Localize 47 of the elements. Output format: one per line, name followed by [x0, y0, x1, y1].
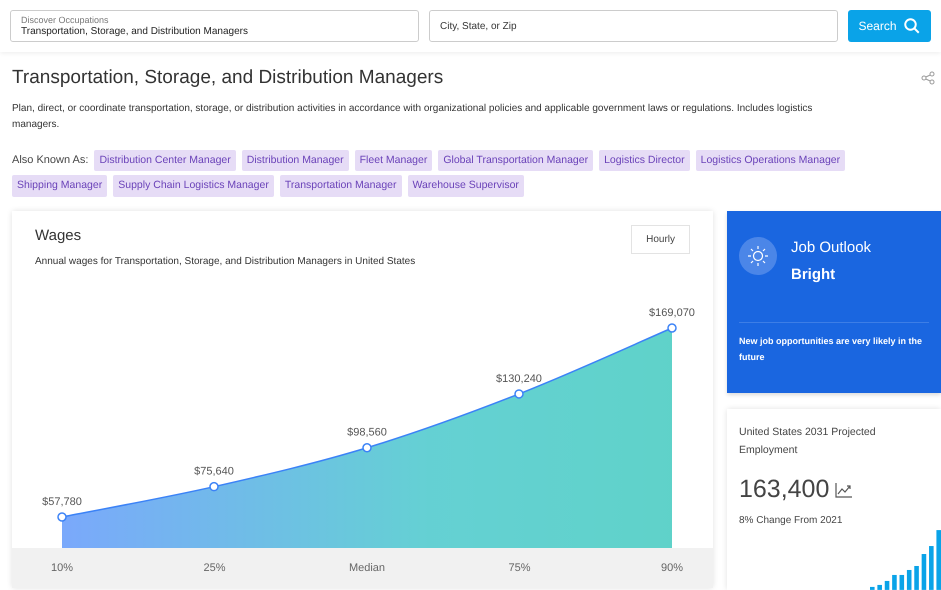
alias-tag[interactable]: Warehouse Supervisor	[408, 175, 524, 197]
data-point	[362, 443, 372, 452]
trend-icon	[835, 482, 854, 498]
field-value: Transportation, Storage, and Distribution Managers	[21, 26, 249, 37]
outlook-note: New job opportunities are very likely in the future	[739, 335, 924, 364]
data-point	[667, 323, 677, 333]
projection-change: 8% Change From 2021	[739, 514, 844, 528]
axis-label: 90%	[660, 560, 684, 576]
projection-title: United States 2031 Projected Employment	[739, 425, 877, 458]
axis-label: 75%	[507, 560, 532, 576]
alias-tag[interactable]: Logistics Director	[599, 150, 690, 172]
value-label: $130,240	[496, 372, 542, 385]
search-icon	[902, 17, 921, 35]
alias-tag[interactable]: Distribution Manager	[242, 150, 349, 172]
also-known-label: Also Known As:	[12, 153, 88, 168]
alias-tag[interactable]: Logistics Operations Manager	[696, 150, 846, 172]
search-button[interactable]: Search	[848, 10, 931, 42]
alias-tag[interactable]: Shipping Manager	[12, 175, 108, 197]
occupation-field[interactable]: Discover Occupations Transportation, Storage, and Distribution Managers	[10, 10, 419, 42]
share-icon[interactable]	[921, 71, 935, 86]
page-title: Transportation, Storage, and Distribution Managers	[12, 66, 444, 90]
card-subtitle: Annual wages for Transportation, Storage, and Distribution Managers in United States	[35, 254, 416, 268]
axis-label: 25%	[202, 560, 227, 576]
sun-icon	[739, 237, 777, 275]
card-title: Wages	[35, 226, 82, 246]
hourly-toggle[interactable]: Hourly	[631, 225, 690, 254]
data-point	[209, 482, 219, 492]
axis-label: 10%	[50, 560, 74, 576]
data-point	[57, 512, 67, 522]
alias-tag[interactable]: Transportation Manager	[280, 175, 402, 197]
value-label: $169,070	[649, 307, 695, 319]
alias-tag[interactable]: Supply Chain Logistics Manager	[113, 175, 274, 197]
outlook-rating: Bright	[791, 264, 836, 284]
description: Plan, direct, or coordinate transportation, storage, or distribution activities in accordance with organizational policies and applicable government laws or regulations. Includes logistics managers.	[12, 102, 814, 132]
data-point	[514, 389, 524, 399]
value-label: $75,640	[194, 466, 234, 478]
location-field[interactable]: City, State, or Zip	[429, 10, 838, 42]
projection-value: 163,400	[739, 474, 830, 505]
alias-tag[interactable]: Fleet Manager	[354, 150, 432, 172]
axis-label: Median	[348, 560, 386, 576]
value-label: $98,560	[347, 426, 387, 439]
value-label: $57,780	[42, 496, 82, 508]
alias-tag[interactable]: Distribution Center Manager	[94, 150, 236, 172]
employment-bars-drawing	[870, 530, 941, 590]
outlook-title: Job Outlook	[791, 238, 872, 258]
alias-tag[interactable]: Global Transportation Manager	[438, 150, 594, 172]
field-label: Discover Occupations	[21, 15, 110, 26]
